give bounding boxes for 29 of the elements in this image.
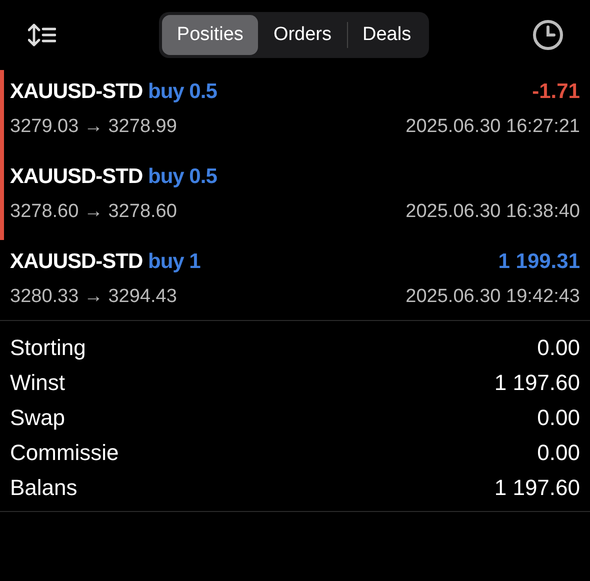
- summary-label: Storting: [10, 334, 86, 360]
- tab[interactable]: Deals: [348, 15, 426, 55]
- tab[interactable]: Orders: [258, 15, 347, 55]
- summary-label: Swap: [10, 404, 66, 430]
- summary-value: 0.00: [537, 404, 580, 430]
- price-range: 3279.03 → 3278.99: [10, 116, 177, 138]
- open-time: 2025.06.30 16:27:21: [406, 116, 580, 138]
- trade-volume: buy 0.5: [148, 165, 217, 188]
- summary-value: 1 197.60: [494, 370, 580, 396]
- symbol: XAUUSD-STD: [10, 250, 143, 273]
- summary-label: Commissie: [10, 440, 119, 466]
- profit: -1.71: [532, 80, 580, 104]
- tab[interactable]: Posities: [162, 15, 258, 55]
- summary-label: Balans: [10, 474, 78, 500]
- open-time: 2025.06.30 16:38:40: [406, 201, 580, 223]
- summary-value: 0.00: [537, 440, 580, 466]
- price-range: 3278.60 → 3278.60: [10, 201, 177, 223]
- trade-volume: buy 0.5: [148, 80, 217, 103]
- summary-label: Winst: [10, 370, 65, 396]
- open-time: 2025.06.30 19:42:43: [406, 286, 580, 308]
- summary-value: 0.00: [537, 334, 580, 360]
- price-range: 3280.33 → 3294.43: [10, 286, 177, 308]
- symbol: XAUUSD-STD: [10, 80, 143, 103]
- sort-icon[interactable]: [28, 23, 56, 47]
- summary-value: 1 197.60: [494, 474, 580, 500]
- profit: 1 199.31: [498, 250, 580, 274]
- symbol: XAUUSD-STD: [10, 165, 143, 188]
- clock-icon[interactable]: [532, 19, 564, 51]
- trade-volume: buy 1: [148, 250, 200, 273]
